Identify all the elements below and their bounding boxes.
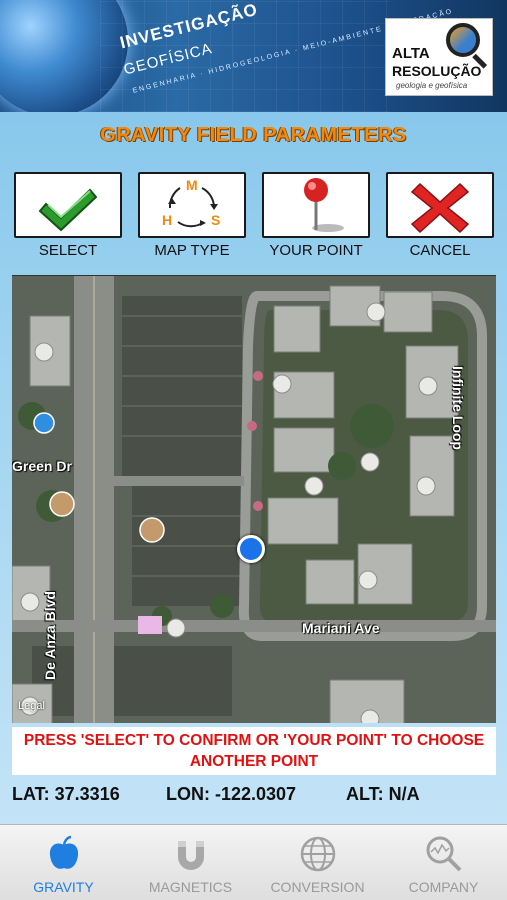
cancel-button[interactable]: CANCEL xyxy=(386,172,494,259)
tab-magnetics[interactable]: MAGNETICS xyxy=(127,825,254,900)
page-title: GRAVITY FIELD PARAMETERS xyxy=(100,124,407,146)
map-type-label: MAP TYPE xyxy=(154,242,230,259)
checkmark-icon xyxy=(38,188,98,232)
map-type-letter-m: M xyxy=(186,177,198,193)
brand-logo: ALTA RESOLUÇÃO geologia e geofísica xyxy=(385,18,493,96)
select-button[interactable]: SELECT xyxy=(14,172,122,259)
instruction-text: PRESS 'SELECT' TO CONFIRM OR 'YOUR POINT… xyxy=(12,727,496,775)
map-type-button[interactable]: M S H MAP TYPE xyxy=(138,172,246,259)
apple-icon xyxy=(49,835,79,869)
brand-tagline: geologia e geofísica xyxy=(396,81,468,90)
your-point-label: YOUR POINT xyxy=(269,242,363,259)
your-point-button-box[interactable] xyxy=(262,172,370,238)
street-label-mariani-ave: Mariani Ave xyxy=(302,620,380,636)
longitude-readout: LON: -122.0307 xyxy=(166,784,297,804)
tab-company-label: COMPANY xyxy=(408,879,479,895)
close-icon xyxy=(410,182,470,234)
select-label: SELECT xyxy=(38,242,98,259)
latitude-readout: LAT: 37.3316 xyxy=(12,784,120,804)
tab-conversion-label: CONVERSION xyxy=(270,879,365,895)
tab-bar: GRAVITY MAGNETICS CONVERSION COMPANY xyxy=(0,824,507,900)
header-banner: INVESTIGAÇÃO GEOFÍSICA ENGENHARIA · HIDR… xyxy=(0,0,507,112)
tab-company[interactable]: COMPANY xyxy=(380,825,507,900)
brand-line1: ALTA xyxy=(392,45,430,62)
tab-conversion[interactable]: CONVERSION xyxy=(254,825,381,900)
street-label-de-anza: De Anza Blvd xyxy=(42,591,58,680)
pushpin-icon xyxy=(304,178,344,232)
brand-line2: RESOLUÇÃO xyxy=(392,63,482,79)
altitude-readout: ALT: N/A xyxy=(346,784,420,804)
tab-magnetics-label: MAGNETICS xyxy=(148,879,233,895)
street-label-infinite-loop: Infinite Loop xyxy=(450,366,466,450)
magnifier-icon xyxy=(426,836,462,872)
street-label-green-dr: Green Dr xyxy=(12,458,72,474)
current-location-marker xyxy=(237,535,265,563)
tab-gravity[interactable]: GRAVITY xyxy=(0,825,127,900)
select-button-box[interactable] xyxy=(14,172,122,238)
satellite-map[interactable]: Green Dr De Anza Blvd Infinite Loop Mari… xyxy=(12,275,496,723)
map-legal-link[interactable]: Legal xyxy=(18,700,45,712)
map-type-button-box[interactable]: M S H xyxy=(138,172,246,238)
map-type-letter-h: H xyxy=(162,212,173,228)
magnifier-logo-icon xyxy=(446,23,480,57)
magnet-icon xyxy=(178,841,204,870)
map-type-letter-s: S xyxy=(211,212,221,228)
tab-gravity-label: GRAVITY xyxy=(33,879,94,895)
cancel-button-box[interactable] xyxy=(386,172,494,238)
globe-icon xyxy=(300,836,336,872)
cancel-label: CANCEL xyxy=(409,242,471,259)
your-point-button[interactable]: YOUR POINT xyxy=(262,172,370,259)
map-imagery xyxy=(12,276,496,723)
